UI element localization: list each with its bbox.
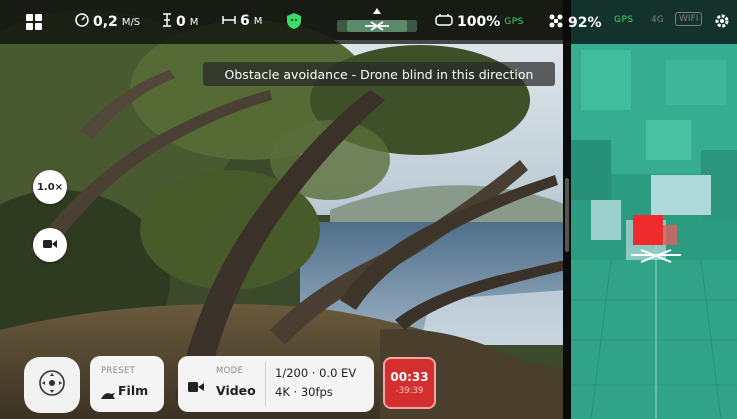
menu-button[interactable] <box>26 14 42 34</box>
speed-unit: M/S <box>121 16 141 28</box>
altitude-value: 0 <box>176 14 186 30</box>
grid-menu-icon <box>26 14 42 34</box>
distance-value: 6 <box>240 13 250 29</box>
drone-battery-value: 92% <box>568 15 602 31</box>
obstacle-map-graphic <box>571 0 737 419</box>
record-button[interactable]: 00:33 -39:39 <box>383 357 436 409</box>
settings-icon <box>713 12 731 34</box>
panel-separator <box>265 362 266 406</box>
altitude-icon <box>162 13 172 31</box>
settings-button[interactable] <box>713 12 731 34</box>
video-camera-icon <box>43 239 57 252</box>
obstacle-warning-banner: Obstacle avoidance - Drone blind in this… <box>203 62 555 86</box>
distance-readout: 6 M <box>222 13 262 29</box>
obstacle-shield[interactable] <box>286 12 302 34</box>
speed-readout: 0,2 M/S <box>75 13 140 31</box>
distance-unit: M <box>253 15 263 27</box>
drone-battery: 92% <box>548 13 602 33</box>
network-wifi-label: WIFI <box>675 12 703 26</box>
obstacle-warning-text: Obstacle avoidance - Drone blind in this… <box>224 66 534 82</box>
drone-profile-icon <box>101 386 115 405</box>
network-wifi: WIFI <box>675 12 703 26</box>
network-4g-label: 4G <box>651 15 664 25</box>
compass-indicator-icon <box>335 8 419 42</box>
controller-gps-label: GPS <box>504 17 524 27</box>
record-time: 00:33 <box>390 370 429 384</box>
speed-value: 0,2 <box>93 14 118 30</box>
format-value: 4K · 30fps <box>275 385 333 399</box>
zoom-button[interactable]: 1.0× <box>33 170 67 204</box>
distance-icon <box>222 13 236 29</box>
preset-value: Film <box>118 383 149 398</box>
joystick-icon <box>38 369 66 401</box>
altitude-unit: M <box>189 16 199 28</box>
altitude-readout: 0 M <box>162 13 198 31</box>
mode-value: Video <box>216 383 256 398</box>
joystick-button[interactable] <box>24 357 80 413</box>
controller-battery: 100% GPS <box>435 13 524 31</box>
drone-gps-label: GPS <box>614 15 634 25</box>
compass-indicator <box>335 8 419 42</box>
drone-gps: GPS <box>614 15 634 25</box>
video-mode-button[interactable] <box>33 228 67 262</box>
obstacle-map[interactable] <box>571 0 737 419</box>
shield-icon <box>286 12 302 34</box>
controller-battery-value: 100% <box>457 14 501 30</box>
zoom-label: 1.0× <box>36 181 64 193</box>
telemetry-bar: 0,2 M/S 0 M 6 M 100% GPS 92% GPS 4G WIFI <box>0 0 737 44</box>
mode-video-icon <box>188 378 204 397</box>
mode-label: MODE <box>216 366 244 376</box>
drone-icon <box>548 13 564 33</box>
split-resize-handle[interactable] <box>565 178 569 252</box>
speedometer-icon <box>75 13 89 31</box>
remaining-time: -39:39 <box>395 386 424 396</box>
preset-label: PRESET <box>101 366 136 376</box>
camera-settings-panel[interactable]: MODE Video 1/200 · 0.0 EV 4K · 30fps <box>178 356 374 412</box>
preset-selector[interactable]: PRESET Film <box>90 356 164 412</box>
exposure-value: 1/200 · 0.0 EV <box>275 366 357 380</box>
network-4g: 4G <box>651 15 664 25</box>
controller-icon <box>435 13 453 31</box>
